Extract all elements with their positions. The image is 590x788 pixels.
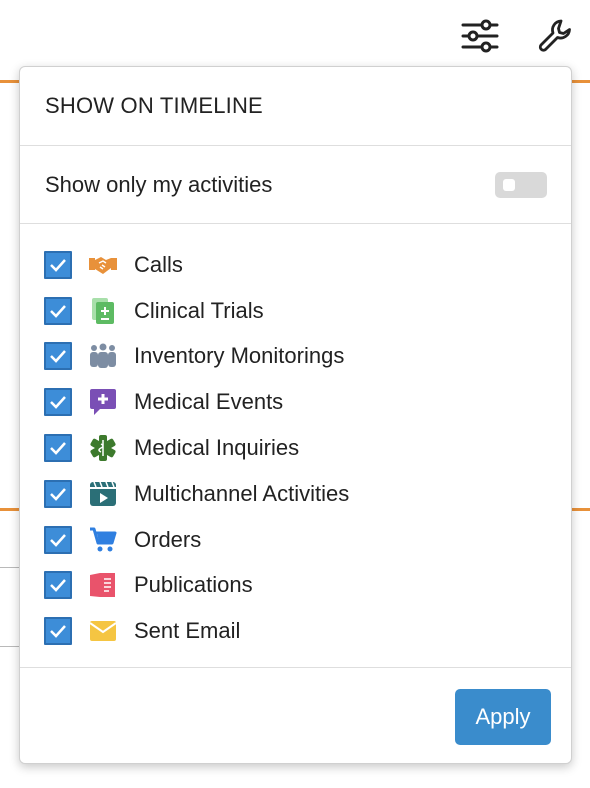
checkbox[interactable] [44,434,72,463]
video-clapper-icon [88,479,118,509]
item-label: Clinical Trials [134,297,264,323]
sliders-icon[interactable] [460,14,500,58]
checkbox[interactable] [44,617,72,646]
toggle-label: Show only my activities [45,171,273,197]
handshake-icon [88,250,118,280]
list-item-inventory-monitorings[interactable]: Inventory Monitorings [44,334,571,380]
divider-line [0,646,20,647]
checkbox[interactable] [44,250,72,279]
checkbox[interactable] [44,342,72,371]
item-label: Multichannel Activities [134,480,350,506]
book-icon [88,570,118,600]
item-label: Medical Events [134,389,284,415]
popover-header: SHOW ON TIMELINE [20,67,571,146]
checkbox[interactable] [44,388,72,417]
list-item-orders[interactable]: Orders [44,517,571,563]
item-label: Calls [134,251,183,277]
checkbox[interactable] [44,296,72,325]
only-my-activities-row: Show only my activities [20,146,571,224]
list-item-medical-events[interactable]: Medical Events [44,379,571,425]
popover-footer: Apply [20,668,571,764]
checkbox[interactable] [44,525,72,554]
item-label: Publications [134,572,253,598]
activity-type-list: Calls Clinical Trials Inventory Monitori… [20,224,571,668]
toggle-knob [503,178,515,191]
timeline-line-top [0,80,20,83]
wrench-icon[interactable] [536,14,576,58]
apply-button[interactable]: Apply [455,689,551,745]
timeline-line-middle-right [572,508,590,511]
list-item-clinical-trials[interactable]: Clinical Trials [44,288,571,334]
only-my-activities-toggle[interactable] [495,171,547,198]
divider-line [0,567,20,568]
list-item-calls[interactable]: Calls [44,242,571,288]
timeline-filter-popover: SHOW ON TIMELINE Show only my activities… [19,66,572,764]
item-label: Sent Email [134,618,241,644]
timeline-line-middle [0,508,20,511]
list-item-publications[interactable]: Publications [44,563,571,609]
timeline-line-top-right [572,80,590,83]
item-label: Inventory Monitorings [134,343,345,369]
item-label: Orders [134,526,202,552]
checkbox[interactable] [44,479,72,508]
envelope-icon [88,616,118,646]
list-item-medical-inquiries[interactable]: Medical Inquiries [44,425,571,471]
popover-title: SHOW ON TIMELINE [45,93,263,118]
cart-icon [88,525,118,555]
star-of-life-icon [88,433,118,463]
medical-chat-icon [88,387,118,417]
list-item-multichannel-activities[interactable]: Multichannel Activities [44,471,571,517]
checkbox[interactable] [44,571,72,600]
clipboard-plus-icon [88,296,118,326]
people-group-icon [88,341,118,371]
item-label: Medical Inquiries [134,435,300,461]
list-item-sent-email[interactable]: Sent Email [44,608,571,654]
